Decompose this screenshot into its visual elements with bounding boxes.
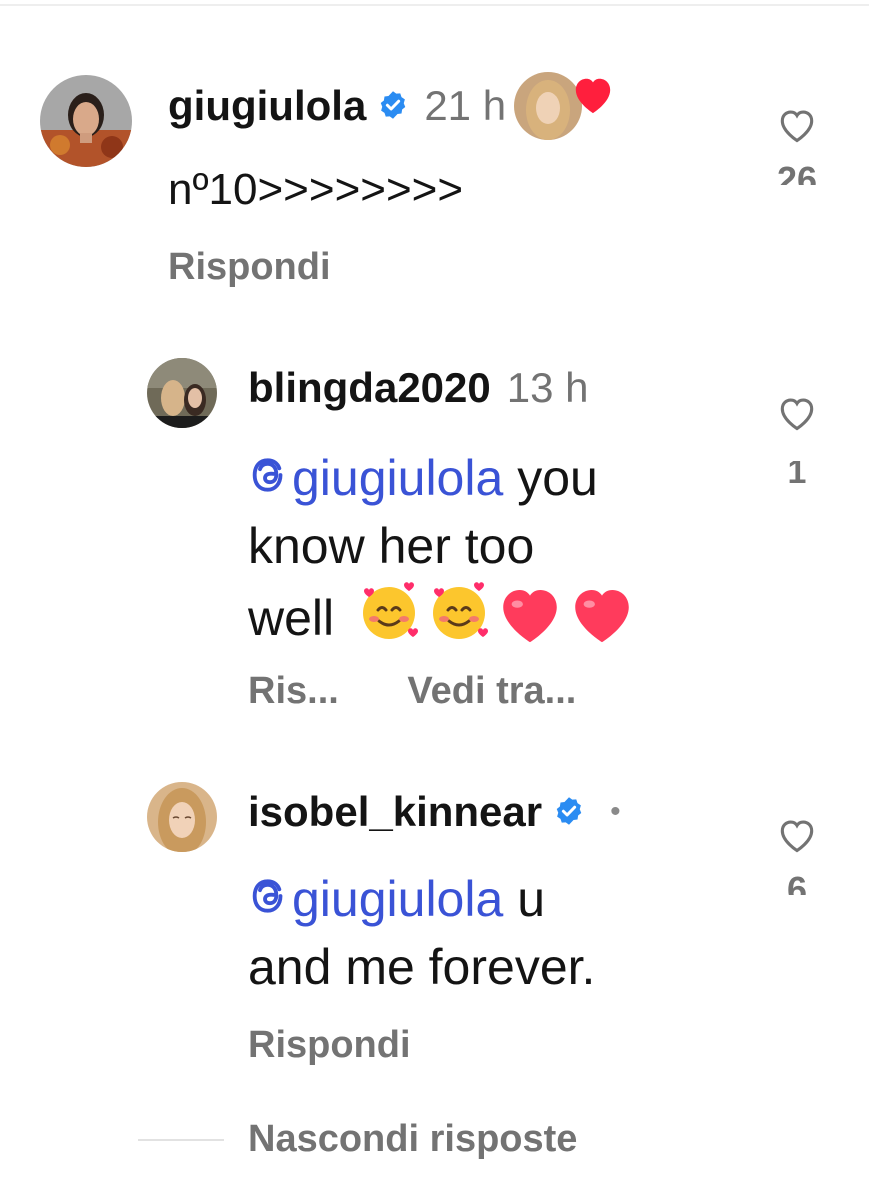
like-count: 6 bbox=[786, 873, 808, 895]
like-control: 1 bbox=[767, 394, 827, 491]
verified-badge-icon bbox=[554, 788, 584, 836]
smiling-face-with-hearts-icon bbox=[356, 579, 422, 661]
reply-button[interactable]: Ris... bbox=[248, 670, 339, 712]
comment-text: giugiulola u and me forever. bbox=[248, 866, 718, 1000]
verified-badge-icon bbox=[378, 82, 408, 130]
smiling-face-with-hearts-icon bbox=[426, 579, 492, 661]
avatar-image bbox=[40, 75, 132, 167]
avatar-image bbox=[147, 782, 217, 852]
threads-icon bbox=[248, 447, 288, 513]
heart-liked-icon bbox=[570, 73, 616, 125]
like-control: 6 bbox=[767, 816, 827, 895]
see-translation-button[interactable]: Vedi tra... bbox=[407, 670, 576, 712]
timestamp: 21 h bbox=[424, 82, 507, 129]
avatar[interactable] bbox=[40, 75, 132, 167]
top-divider bbox=[0, 4, 869, 6]
threads-icon bbox=[248, 868, 288, 934]
username[interactable]: giugiulola bbox=[168, 82, 366, 130]
mention-link[interactable]: giugiulola bbox=[248, 450, 503, 506]
separator-dot: • bbox=[610, 795, 621, 828]
comment-text-part: u bbox=[517, 871, 545, 927]
heart-outline-icon[interactable] bbox=[767, 816, 827, 859]
like-count: 26 bbox=[776, 163, 818, 185]
comment-text: giugiulola you know her too well bbox=[248, 445, 718, 661]
mention-text: giugiulola bbox=[292, 450, 504, 506]
hide-replies-button[interactable]: Nascondi risposte bbox=[248, 1118, 577, 1161]
heart-outline-icon[interactable] bbox=[767, 394, 827, 437]
avatar[interactable] bbox=[147, 782, 217, 852]
avatar[interactable] bbox=[147, 358, 217, 428]
like-count: 1 bbox=[787, 461, 807, 491]
replies-divider bbox=[138, 1139, 224, 1141]
comment-text: nº10>>>>>>>> bbox=[168, 165, 464, 214]
red-heart-icon bbox=[568, 583, 636, 661]
heart-outline-icon[interactable] bbox=[767, 106, 827, 149]
comment-text-part: know her too bbox=[248, 518, 535, 574]
timestamp: 13 h bbox=[506, 364, 589, 411]
red-heart-icon bbox=[496, 583, 564, 661]
username[interactable]: blingda2020 bbox=[248, 364, 491, 412]
like-control: 26 bbox=[767, 106, 827, 185]
mention-text: giugiulola bbox=[292, 871, 504, 927]
comment-text-part: you bbox=[517, 450, 598, 506]
comment-text-part: and me forever. bbox=[248, 939, 596, 995]
username[interactable]: isobel_kinnear bbox=[248, 788, 542, 836]
mention-link[interactable]: giugiulola bbox=[248, 871, 503, 927]
reply-button[interactable]: Rispondi bbox=[168, 246, 331, 289]
comment-text-part: well bbox=[248, 590, 335, 646]
reply-button[interactable]: Rispondi bbox=[248, 1024, 411, 1067]
avatar-image bbox=[147, 358, 217, 428]
